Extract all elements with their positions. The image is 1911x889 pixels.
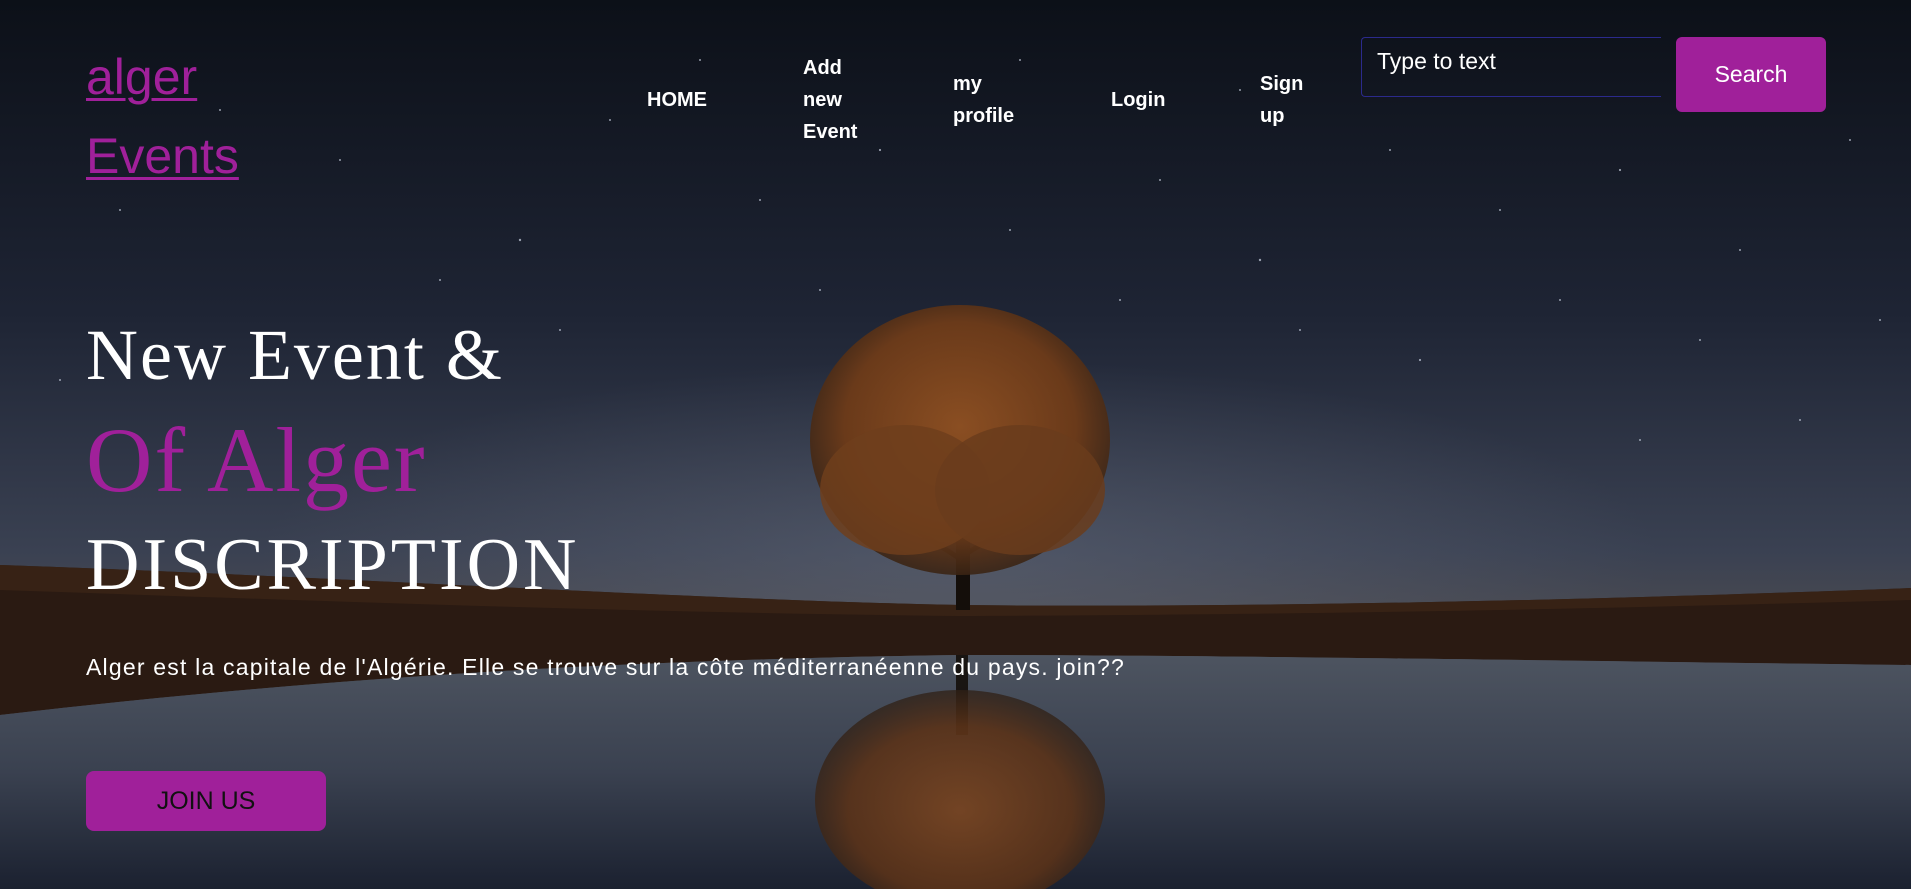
search-button[interactable]: Search xyxy=(1676,37,1826,112)
hero-title-line1: New Event & xyxy=(86,315,504,395)
hero-title-line3: DISCRIPTION xyxy=(86,524,580,606)
join-us-button[interactable]: JOIN US xyxy=(86,771,326,831)
nav-login[interactable]: Login xyxy=(1111,84,1165,116)
nav-my-profile[interactable]: my profile xyxy=(953,68,1023,132)
hero-title-line2: Of Alger xyxy=(86,409,427,511)
hero-description: Alger est la capitale de l'Algérie. Elle… xyxy=(86,654,1125,680)
nav-add-new-event[interactable]: Add new Event xyxy=(803,52,873,148)
nav-sign-up[interactable]: Sign up xyxy=(1260,68,1315,132)
nav-home[interactable]: HOME xyxy=(647,84,707,116)
search-input[interactable] xyxy=(1361,37,1661,97)
site-logo-link[interactable]: alger Events xyxy=(86,38,306,196)
